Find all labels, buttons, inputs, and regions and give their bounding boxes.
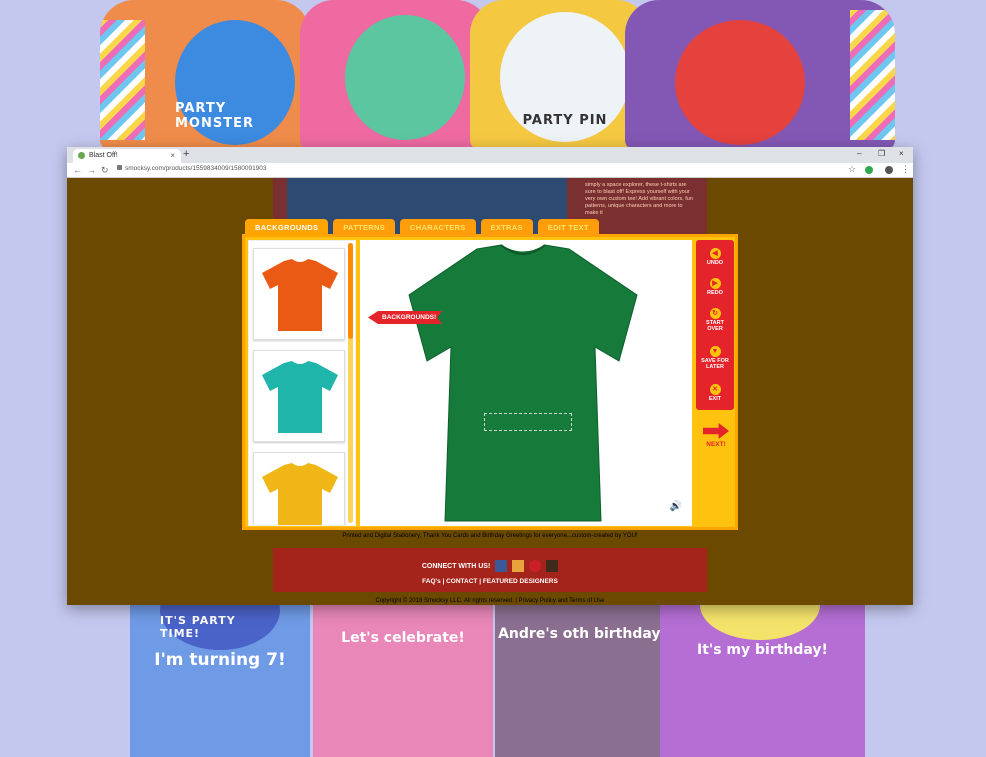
connect-row: CONNECT WITH US! [273,560,707,572]
close-icon: ✕ [709,384,721,395]
promo-shirt-text: PARTY MONSTER [175,101,254,131]
next-label: NEXT! [706,441,726,448]
browser-tab[interactable]: Blast Off! × [73,149,181,163]
tab-close-icon[interactable]: × [170,151,175,160]
exit-button[interactable]: ✕ EXIT [696,384,734,402]
design-canvas[interactable]: BACKGROUNDS! 🔊 [360,240,692,526]
instagram-icon[interactable] [546,560,559,572]
bookmark-star-icon[interactable]: ☆ [848,164,856,175]
promo-shirt-text: Andre's oth birthday! [498,626,667,642]
refresh-icon: ↻ [709,308,721,319]
start-over-label-2: OVER [707,326,723,332]
menu-dots-icon[interactable]: ⋮ [901,164,910,175]
maximize-button[interactable]: ❐ [878,149,885,158]
copyright-text: Copyright © 2018 Smocksy LLC. All rights… [375,598,605,604]
promo-shirt-my-birthday: It's my birthday! [660,600,865,757]
promo-shirt-text: I'm turning 7! [154,650,286,670]
promo-shirt-party-monster: PARTY MONSTER [100,0,310,150]
dinosaur-badge [675,20,805,145]
save-label-2: LATER [706,364,724,370]
window-close-button[interactable]: × [899,149,904,158]
url-text: smocksy.com/products/1559834009/15800919… [125,165,267,172]
pineapple-badge: PARTY PIN [500,12,630,142]
pinterest-icon[interactable] [529,560,542,572]
tab-backgrounds[interactable]: BACKGROUNDS [245,219,329,237]
builder-tabs: BACKGROUNDS PATTERNS CHARACTERS EXTRAS E… [245,219,599,237]
next-button[interactable]: NEXT! [700,423,732,448]
monster-badge: PARTY MONSTER [175,20,295,145]
save-icon: ▼ [709,346,721,357]
connect-label: CONNECT WITH US! [421,562,491,570]
blog-icon[interactable] [512,560,525,572]
undo-icon: ◀ [709,248,721,259]
profile-icon[interactable] [885,166,893,174]
browser-window: Blast Off! × + – ❐ × ← → ↻ smocksy.com/p… [67,147,913,605]
swatch-turquoise[interactable] [253,350,345,442]
tshirt-preview [408,244,638,522]
speaker-icon[interactable]: 🔊 [670,501,682,512]
arrow-right-icon [703,423,729,439]
shirt-builder-modal: BACKGROUNDS PATTERNS CHARACTERS EXTRAS E… [242,219,738,530]
promo-shirt-dinosaur [625,0,895,150]
owl-badge [700,600,820,640]
redo-icon: ▶ [709,278,721,289]
address-bar-row: ← → ↻ smocksy.com/products/1559834009/15… [67,163,913,178]
promo-shirt-text: It's my birthday! [697,642,828,658]
badge-text: IT'S PARTY TIME! [160,614,236,640]
promo-shirt-celebrate: Let's celebrate! [313,600,493,757]
swatch-scrollbar-thumb[interactable] [348,243,353,339]
redo-button[interactable]: ▶ REDO [696,278,734,296]
extension-icon[interactable] [865,166,873,174]
tab-title: Blast Off! [89,152,118,159]
favicon-icon [78,152,85,159]
text-placement-box[interactable] [484,413,572,431]
new-tab-button[interactable]: + [183,148,189,160]
tab-patterns[interactable]: PATTERNS [333,219,396,237]
tab-characters[interactable]: CHARACTERS [400,219,476,237]
lock-icon [117,165,122,170]
facebook-icon[interactable] [495,560,508,572]
back-button[interactable]: ← [73,165,82,175]
address-bar[interactable]: smocksy.com/products/1559834009/15800919… [117,165,267,172]
browser-tab-strip: Blast Off! × + – ❐ × [67,147,913,163]
tshirt-icon [262,463,338,525]
builder-side-menu: ◀ UNDO ▶ REDO ↻ START OVER ▼ SAVE FOR LA… [696,240,734,410]
forward-button[interactable]: → [87,165,96,175]
promo-shirt-andre: Andre's oth birthday! [495,600,670,757]
promo-shirt-pig [300,0,490,150]
footer-links[interactable]: FAQ's | CONTACT | FEATURED DESIGNERS [273,578,707,585]
backgrounds-flag: BACKGROUNDS! [368,311,443,324]
pig-badge [345,15,465,140]
zigzag-sleeve [100,20,145,140]
undo-label: UNDO [706,260,724,266]
swatch-orange[interactable] [253,248,345,340]
promo-shirt-turning-7: IT'S PARTY TIME! I'm turning 7! [130,600,310,757]
tab-edit-text[interactable]: EDIT TEXT [537,219,599,237]
promo-shirt-text: PARTY PIN [522,113,608,128]
tab-extras[interactable]: EXTRAS [480,219,533,237]
site-footer: CONNECT WITH US! FAQ's | CONTACT | FEATU… [273,548,707,592]
save-for-later-button[interactable]: ▼ SAVE FOR LATER [696,346,734,370]
start-over-button[interactable]: ↻ START OVER [696,308,734,332]
party-time-badge: IT'S PARTY TIME! [160,600,280,650]
product-description: simply a space explorer, these t-shirts … [585,182,693,216]
promo-shirt-text: Let's celebrate! [341,630,465,646]
promo-shirt-pineapple: PARTY PIN [470,0,650,150]
redo-label: REDO [707,290,723,296]
undo-button[interactable]: ◀ UNDO [696,248,734,266]
exit-label: EXIT [708,396,722,402]
tshirt-icon [262,361,338,433]
tshirt-icon [262,259,338,331]
reload-button[interactable]: ↻ [101,165,109,176]
swatch-yellow[interactable] [253,452,345,525]
zigzag-sleeve [850,10,895,140]
minimize-button[interactable]: – [857,149,861,158]
background-swatch-list [248,240,356,526]
site-tagline: Printed and Digital Stationery, Thank Yo… [342,533,638,539]
